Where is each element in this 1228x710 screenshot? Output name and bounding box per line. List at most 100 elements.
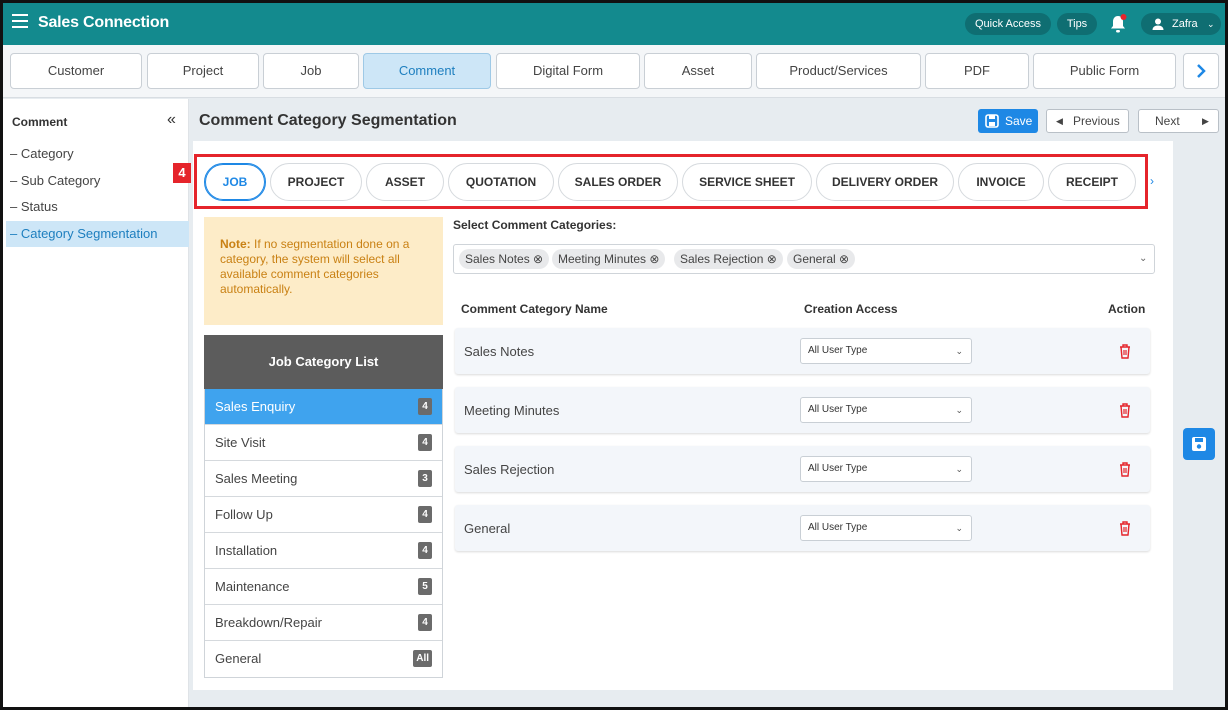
chip-sales-notes[interactable]: Sales Notes ⊗ [459,249,550,269]
user-name: Zafra [1172,18,1198,30]
seg-tab-quotation[interactable]: QUOTATION [448,163,554,201]
seg-tab-receipt[interactable]: RECEIPT [1048,163,1136,201]
user-menu-button[interactable]: Zafra ⌄ [1141,13,1221,35]
list-item[interactable]: Sales Meeting 3 [205,461,442,497]
sidebar-item-sub-category[interactable]: – Sub Category [6,168,189,194]
floating-save-button[interactable] [1183,428,1215,460]
step-badge: 4 [173,163,191,183]
triangle-right-icon: ▶ [1202,116,1209,126]
list-item-label: Site Visit [215,435,266,450]
seg-tab-delivery-order[interactable]: DELIVERY ORDER [816,163,954,201]
list-item-label: General [215,651,262,666]
triangle-left-icon: ◀ [1056,116,1063,126]
user-icon [1152,18,1164,30]
creation-access-select[interactable]: All User Type ⌄ [800,456,972,482]
tab-project[interactable]: Project [147,53,259,89]
chip-general[interactable]: General ⊗ [787,249,856,269]
seg-tab-sales-order[interactable]: SALES ORDER [558,163,678,201]
creation-access-select[interactable]: All User Type ⌄ [800,515,972,541]
save-button[interactable]: Save [978,109,1038,133]
next-label: Next [1155,114,1180,128]
tab-digital-form[interactable]: Digital Form [496,53,640,89]
list-item-label: Breakdown/Repair [215,615,322,630]
chevron-right-icon[interactable]: › [1150,174,1154,188]
chevron-down-icon[interactable]: ⌄ [1139,253,1147,264]
list-item[interactable]: Follow Up 4 [205,497,442,533]
list-item[interactable]: General All [205,641,442,677]
sidebar-item-category-segmentation[interactable]: – Category Segmentation [6,221,189,247]
save-icon [1192,437,1206,451]
list-item[interactable]: Site Visit 4 [205,425,442,461]
collapse-icon[interactable]: « [167,111,176,129]
quick-access-button[interactable]: Quick Access [965,13,1051,35]
select-value: All User Type [808,522,868,533]
trash-icon[interactable] [1118,343,1132,359]
tab-public-form[interactable]: Public Form [1033,53,1176,89]
chevron-down-icon: ⌄ [955,464,963,474]
count-badge: 4 [418,434,432,451]
list-item-label: Sales Meeting [215,471,298,486]
seg-tab-invoice[interactable]: INVOICE [958,163,1044,201]
sidebar-item-status[interactable]: – Status [6,194,189,220]
chevron-down-icon: ⌄ [955,346,963,356]
list-item[interactable]: Sales Enquiry 4 [205,389,442,425]
seg-tab-job[interactable]: JOB [204,163,266,201]
count-badge: 3 [418,470,432,487]
list-item-label: Installation [215,543,278,558]
tab-customer[interactable]: Customer [10,53,142,89]
count-badge: 4 [418,398,432,415]
column-header-action: Action [1108,302,1146,316]
sidebar-title: Comment [12,115,68,129]
select-value: All User Type [808,345,868,356]
list-item-label: Maintenance [215,579,290,594]
trash-icon[interactable] [1118,520,1132,536]
next-button[interactable]: Next ▶ [1138,109,1219,133]
tab-pdf[interactable]: PDF [925,53,1029,89]
count-badge: 4 [418,542,432,559]
row-name: Sales Rejection [464,462,555,477]
chevron-right-icon [1197,64,1206,78]
list-item-label: Follow Up [215,507,273,522]
list-item[interactable]: Installation 4 [205,533,442,569]
list-item[interactable]: Maintenance 5 [205,569,442,605]
tab-asset[interactable]: Asset [644,53,752,89]
row-name: Meeting Minutes [464,403,560,418]
bell-icon[interactable] [1107,13,1129,35]
tips-button[interactable]: Tips [1057,13,1097,35]
category-multiselect[interactable]: Sales Notes ⊗ Meeting Minutes ⊗ Sales Re… [453,244,1155,274]
table-row: Sales Rejection All User Type ⌄ [455,446,1150,492]
chip-meeting-minutes[interactable]: Meeting Minutes ⊗ [552,249,666,269]
tabs-scroll-right-button[interactable] [1183,53,1219,89]
select-value: All User Type [808,404,868,415]
select-label: Select Comment Categories: [453,218,617,232]
note-box: Note: If no segmentation done on a categ… [204,217,443,325]
previous-button[interactable]: ◀ Previous [1046,109,1129,133]
trash-icon[interactable] [1118,402,1132,418]
tab-comment[interactable]: Comment [363,53,491,89]
menu-icon[interactable] [12,14,28,28]
table-row: Meeting Minutes All User Type ⌄ [455,387,1150,433]
list-item-label: Sales Enquiry [215,399,296,414]
creation-access-select[interactable]: All User Type ⌄ [800,338,972,364]
table-row: General All User Type ⌄ [455,505,1150,551]
chip-sales-rejection[interactable]: Sales Rejection ⊗ [674,249,783,269]
seg-tab-service-sheet[interactable]: SERVICE SHEET [682,163,812,201]
sidebar: Comment « – Category – Sub Category – St… [3,99,189,707]
list-item[interactable]: Breakdown/Repair 4 [205,605,442,641]
sidebar-item-category[interactable]: – Category [6,141,189,167]
module-tab-bar: Customer Project Job Comment Digital For… [3,45,1225,98]
chevron-down-icon: ⌄ [955,523,963,533]
seg-tab-project[interactable]: PROJECT [270,163,362,201]
creation-access-select[interactable]: All User Type ⌄ [800,397,972,423]
row-name: General [464,521,511,536]
category-list: Sales Enquiry 4 Site Visit 4 Sales Meeting… [204,389,443,678]
previous-label: Previous [1073,114,1120,128]
chevron-down-icon: ⌄ [1207,19,1215,29]
select-value: All User Type [808,463,868,474]
chevron-down-icon: ⌄ [955,405,963,415]
tab-job[interactable]: Job [263,53,359,89]
seg-tab-asset[interactable]: ASSET [366,163,444,201]
tab-product-services[interactable]: Product/Services [756,53,921,89]
trash-icon[interactable] [1118,461,1132,477]
app-title: Sales Connection [38,14,170,31]
